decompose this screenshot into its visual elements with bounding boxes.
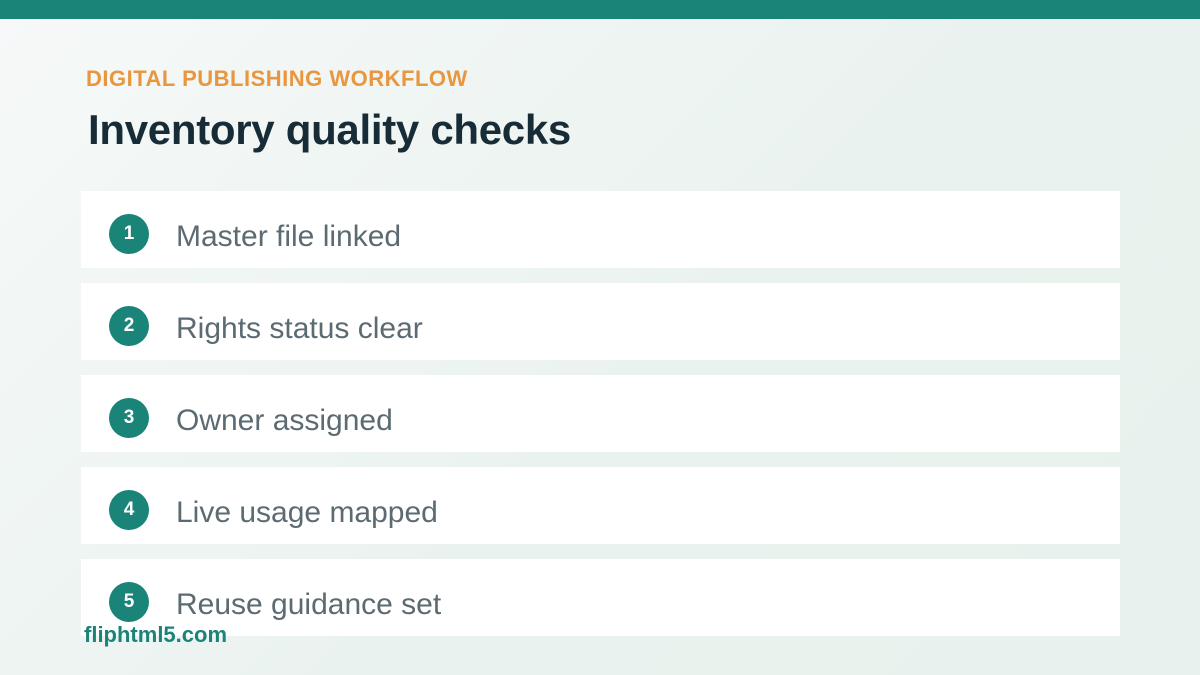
check-item-1: 1 Master file linked	[81, 191, 1120, 268]
step-number-badge: 2	[109, 306, 149, 346]
check-item-5: 5 Reuse guidance set	[81, 559, 1120, 636]
check-label: Live usage mapped	[176, 496, 438, 529]
top-accent-bar	[0, 0, 1200, 19]
check-label: Master file linked	[176, 220, 402, 253]
check-label: Owner assigned	[176, 404, 393, 437]
step-number-badge: 4	[109, 490, 149, 530]
check-label: Reuse guidance set	[176, 588, 442, 621]
check-item-3: 3 Owner assigned	[81, 375, 1120, 452]
check-item-2: 2 Rights status clear	[81, 283, 1120, 360]
check-item-4: 4 Live usage mapped	[81, 467, 1120, 544]
section-eyebrow: DIGITAL PUBLISHING WORKFLOW	[86, 66, 468, 91]
step-number-badge: 3	[109, 398, 149, 438]
page-title: Inventory quality checks	[88, 106, 571, 153]
watermark-text: fliphtml5.com	[84, 622, 228, 647]
step-number-badge: 5	[109, 582, 149, 622]
checks-list: 1 Master file linked 2 Rights status cle…	[81, 191, 1120, 651]
check-label: Rights status clear	[176, 312, 423, 345]
step-number-badge: 1	[109, 214, 149, 254]
